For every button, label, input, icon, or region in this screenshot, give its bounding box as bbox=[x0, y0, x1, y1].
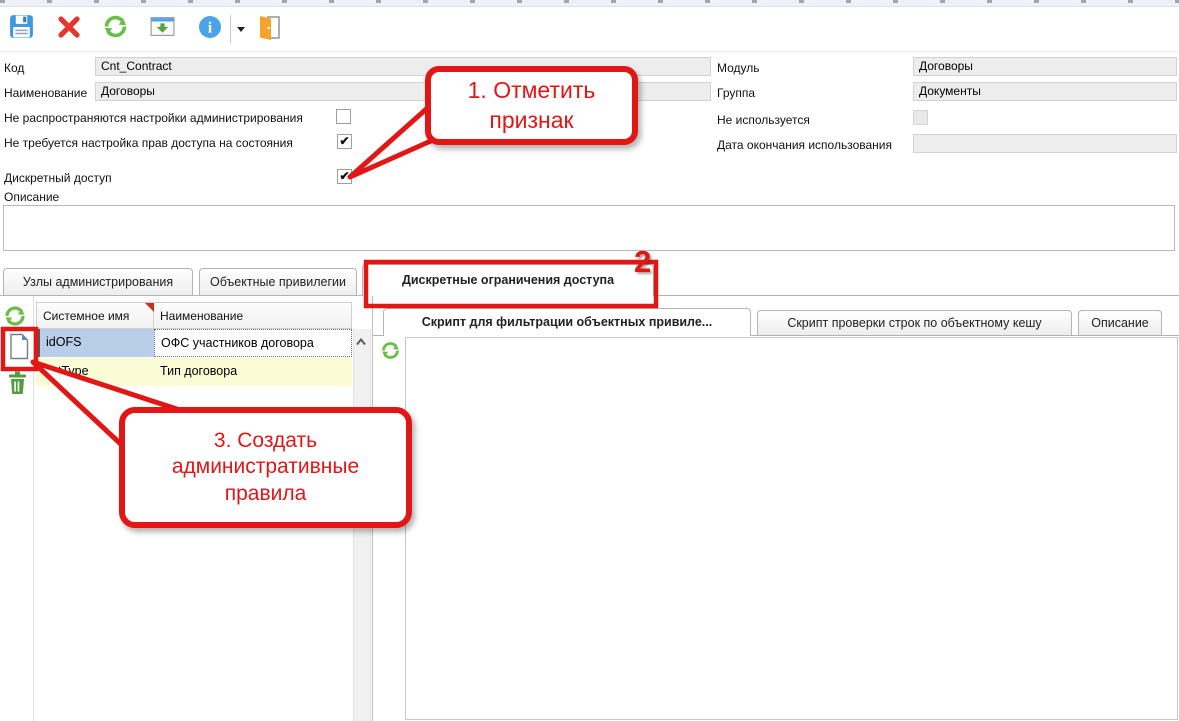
group-label: Группа bbox=[717, 86, 755, 100]
tab-object-privileges[interactable]: Объектные привилегии bbox=[199, 268, 357, 295]
callout-step3-line2: административные bbox=[172, 454, 359, 480]
discrete-access-label: Дискретный доступ bbox=[4, 171, 112, 185]
delete-button[interactable] bbox=[54, 13, 84, 43]
svg-text:i: i bbox=[208, 19, 213, 36]
left-toolbar-divider bbox=[33, 296, 34, 721]
cell-row2-name[interactable]: Тип договора bbox=[154, 358, 352, 386]
column-header-name[interactable]: Наименование bbox=[154, 302, 352, 329]
info-dropdown-caret[interactable] bbox=[237, 27, 245, 32]
end-date-label: Дата окончания использования bbox=[717, 138, 892, 152]
callout-step3-line1: 3. Создать bbox=[214, 428, 317, 454]
callout-step1-line2: признак bbox=[489, 106, 573, 135]
code-label: Код bbox=[4, 61, 24, 75]
script-editor[interactable] bbox=[405, 337, 1178, 720]
discrete-access-checkbox[interactable]: ✔ bbox=[337, 169, 352, 184]
trash-icon bbox=[6, 370, 29, 399]
info-icon: i bbox=[197, 14, 223, 43]
title-label: Наименование bbox=[4, 86, 87, 100]
column-header-system-name[interactable]: Системное имя bbox=[36, 302, 154, 329]
no-admin-settings-checkbox[interactable] bbox=[336, 109, 351, 124]
callout-step3-line3: правила bbox=[225, 481, 307, 507]
table-scrollbar[interactable] bbox=[353, 329, 371, 721]
module-card-window: i Код Cnt_Contract Наименование Договоры… bbox=[0, 0, 1179, 721]
tab-description[interactable]: Описание bbox=[1078, 310, 1162, 335]
module-label: Модуль bbox=[717, 61, 760, 75]
post-record-button[interactable] bbox=[147, 13, 177, 43]
refresh-icon bbox=[102, 13, 129, 43]
column-filter-marker bbox=[145, 303, 154, 312]
delete-record-button[interactable] bbox=[4, 371, 30, 397]
description-textarea[interactable] bbox=[3, 205, 1175, 251]
no-admin-settings-label: Не распространяются настройки администри… bbox=[4, 111, 303, 125]
not-used-checkbox bbox=[913, 110, 928, 125]
tab-discrete-access[interactable]: Дискретные ограничения доступа bbox=[362, 264, 654, 296]
not-used-label: Не используется bbox=[717, 113, 810, 127]
no-state-rights-checkbox[interactable]: ✔ bbox=[337, 134, 352, 149]
refresh-button[interactable] bbox=[100, 13, 130, 43]
delete-x-icon bbox=[56, 14, 82, 43]
grid-refresh-button[interactable] bbox=[2, 304, 28, 330]
clipped-top-row bbox=[0, 0, 1179, 7]
toolbar-separator bbox=[230, 15, 231, 43]
no-state-rights-label: Не требуется настройка прав доступа на с… bbox=[4, 136, 293, 150]
callout1-tail bbox=[350, 103, 433, 177]
end-date-field[interactable] bbox=[913, 134, 1177, 153]
tab-row-check-script[interactable]: Скрипт проверки строк по объектному кешу bbox=[757, 310, 1072, 335]
grid-refresh-icon bbox=[3, 304, 27, 331]
description-label: Описание bbox=[4, 190, 59, 204]
exit-button[interactable] bbox=[254, 13, 284, 43]
code-field[interactable]: Cnt_Contract bbox=[95, 57, 711, 76]
script-refresh-icon bbox=[380, 340, 401, 364]
title-field[interactable]: Договоры bbox=[95, 82, 711, 101]
panel-divider[interactable] bbox=[372, 296, 373, 721]
cell-row1-system-name[interactable]: idOFS bbox=[36, 329, 154, 357]
script-refresh-button[interactable] bbox=[377, 339, 403, 365]
callout-step1: 1. Отметить признак bbox=[425, 66, 638, 145]
group-field[interactable]: Документы bbox=[913, 82, 1177, 101]
cell-row1-name[interactable]: ОФС участников договора bbox=[154, 329, 352, 357]
tab-filter-script[interactable]: Скрипт для фильтрации объектных привиле.… bbox=[383, 308, 751, 336]
info-button[interactable]: i bbox=[195, 13, 225, 43]
main-toolbar: i bbox=[0, 7, 1179, 52]
new-document-icon bbox=[8, 333, 30, 363]
cell-row2-system-name[interactable]: CntType bbox=[36, 358, 154, 386]
tab-admin-nodes[interactable]: Узлы администрирования bbox=[3, 268, 193, 295]
scroll-up-icon[interactable] bbox=[356, 335, 366, 343]
module-field[interactable]: Договоры bbox=[913, 57, 1177, 76]
post-record-icon bbox=[149, 13, 176, 43]
save-icon bbox=[8, 13, 35, 43]
new-record-button[interactable] bbox=[6, 335, 32, 361]
save-button[interactable] bbox=[6, 13, 36, 43]
exit-door-icon bbox=[255, 13, 283, 44]
